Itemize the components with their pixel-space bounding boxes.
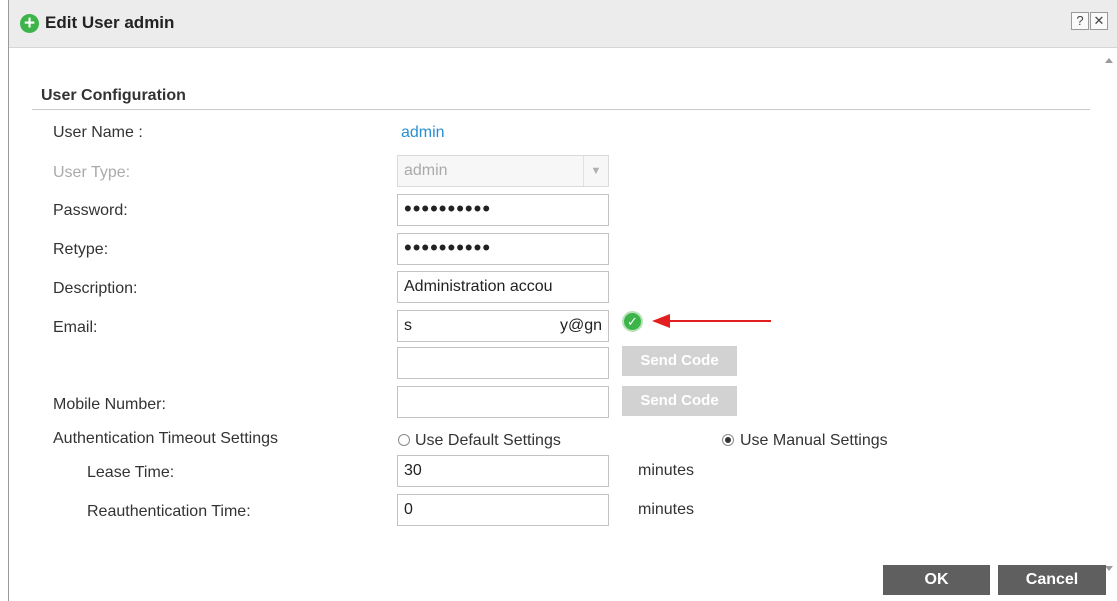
annotation-arrow-line xyxy=(669,320,771,322)
reauthentication-time-unit: minutes xyxy=(638,501,695,518)
retype-password-field[interactable]: •••••••••• xyxy=(397,233,609,265)
ok-button[interactable]: OK xyxy=(883,565,990,595)
user-name-value: admin xyxy=(401,124,445,141)
email-field[interactable]: s y@gn xyxy=(397,310,609,342)
user-type-label: User Type: xyxy=(53,164,131,181)
retype-label: Retype: xyxy=(53,241,109,258)
use-default-settings-radio[interactable] xyxy=(398,434,410,446)
use-default-settings-label[interactable]: Use Default Settings xyxy=(415,432,561,450)
annotation-arrow-head xyxy=(652,314,670,328)
user-type-value: admin xyxy=(404,162,448,179)
description-field[interactable]: Administration accou xyxy=(397,271,609,303)
scroll-up-arrow-icon[interactable] xyxy=(1105,58,1113,63)
vertical-scrollbar[interactable] xyxy=(1100,48,1117,578)
dialog-titlebar: + Edit User admin ? ✕ xyxy=(9,0,1117,48)
user-type-select: admin ▼ xyxy=(397,155,609,187)
edit-user-dialog: + Edit User admin ? ✕ User Configuration… xyxy=(8,0,1117,601)
chevron-down-icon: ▼ xyxy=(583,156,608,186)
scroll-down-arrow-icon[interactable] xyxy=(1105,566,1113,571)
lease-time-unit: minutes xyxy=(638,462,695,479)
plus-circle-icon: + xyxy=(20,14,39,33)
check-circle-icon: ✓ xyxy=(622,311,643,332)
use-manual-settings-label[interactable]: Use Manual Settings xyxy=(740,432,888,450)
user-name-label: User Name : xyxy=(53,124,143,141)
cancel-button[interactable]: Cancel xyxy=(998,565,1106,595)
dialog-title: Edit User admin xyxy=(45,13,175,32)
email-label: Email: xyxy=(53,319,98,336)
mobile-number-field[interactable] xyxy=(397,386,609,418)
auth-timeout-label: Authentication Timeout Settings xyxy=(53,430,279,447)
mobile-send-code-button[interactable]: Send Code xyxy=(622,386,737,416)
email-send-code-button[interactable]: Send Code xyxy=(622,346,737,376)
section-title: User Configuration xyxy=(41,87,186,104)
lease-time-field[interactable]: 30 xyxy=(397,455,609,487)
use-manual-settings-radio[interactable] xyxy=(722,434,734,446)
reauthentication-time-field[interactable]: 0 xyxy=(397,494,609,526)
reauthentication-time-label: Reauthentication Time: xyxy=(87,503,251,520)
lease-time-label: Lease Time: xyxy=(87,464,175,481)
email-value-end: y@gn xyxy=(559,317,602,334)
password-field[interactable]: •••••••••• xyxy=(397,194,609,226)
section-divider xyxy=(32,109,1090,110)
close-button[interactable]: ✕ xyxy=(1090,12,1108,30)
password-label: Password: xyxy=(53,202,128,219)
description-label: Description: xyxy=(53,280,138,297)
mobile-number-label: Mobile Number: xyxy=(53,396,166,413)
help-button[interactable]: ? xyxy=(1071,12,1089,30)
email-value-start: s xyxy=(404,317,412,334)
email-code-field[interactable] xyxy=(397,347,609,379)
